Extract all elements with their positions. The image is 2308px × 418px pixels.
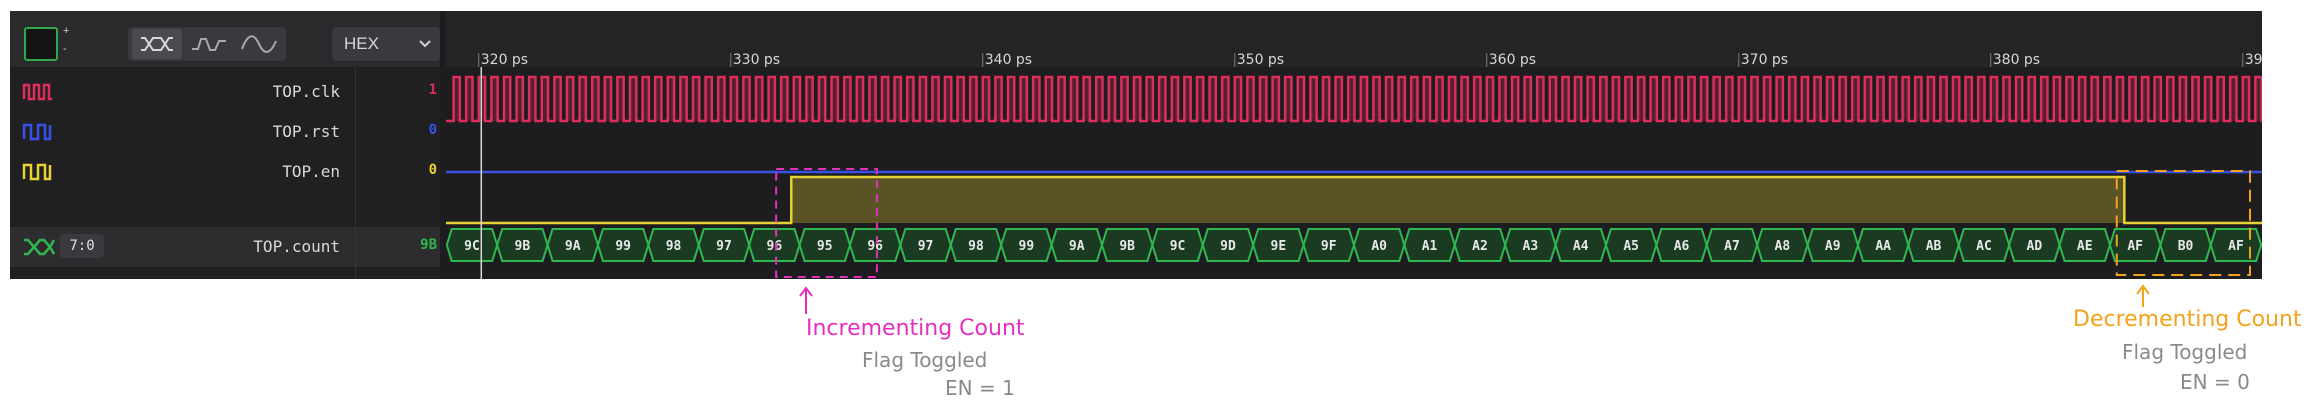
decrementing-arrow	[2136, 284, 2150, 307]
incrementing-arrow	[799, 286, 813, 314]
decrementing-note-flag: Flag Toggled	[2122, 340, 2248, 364]
incrementing-note-en: EN = 1	[945, 376, 1015, 400]
decrementing-note-title: Decrementing Count	[2073, 307, 2302, 332]
incrementing-note-flag: Flag Toggled	[862, 348, 988, 372]
decrementing-note-en: EN = 0	[2180, 370, 2250, 394]
annotation-layer	[799, 284, 2150, 314]
incrementing-note-title: Incrementing Count	[806, 316, 1025, 341]
